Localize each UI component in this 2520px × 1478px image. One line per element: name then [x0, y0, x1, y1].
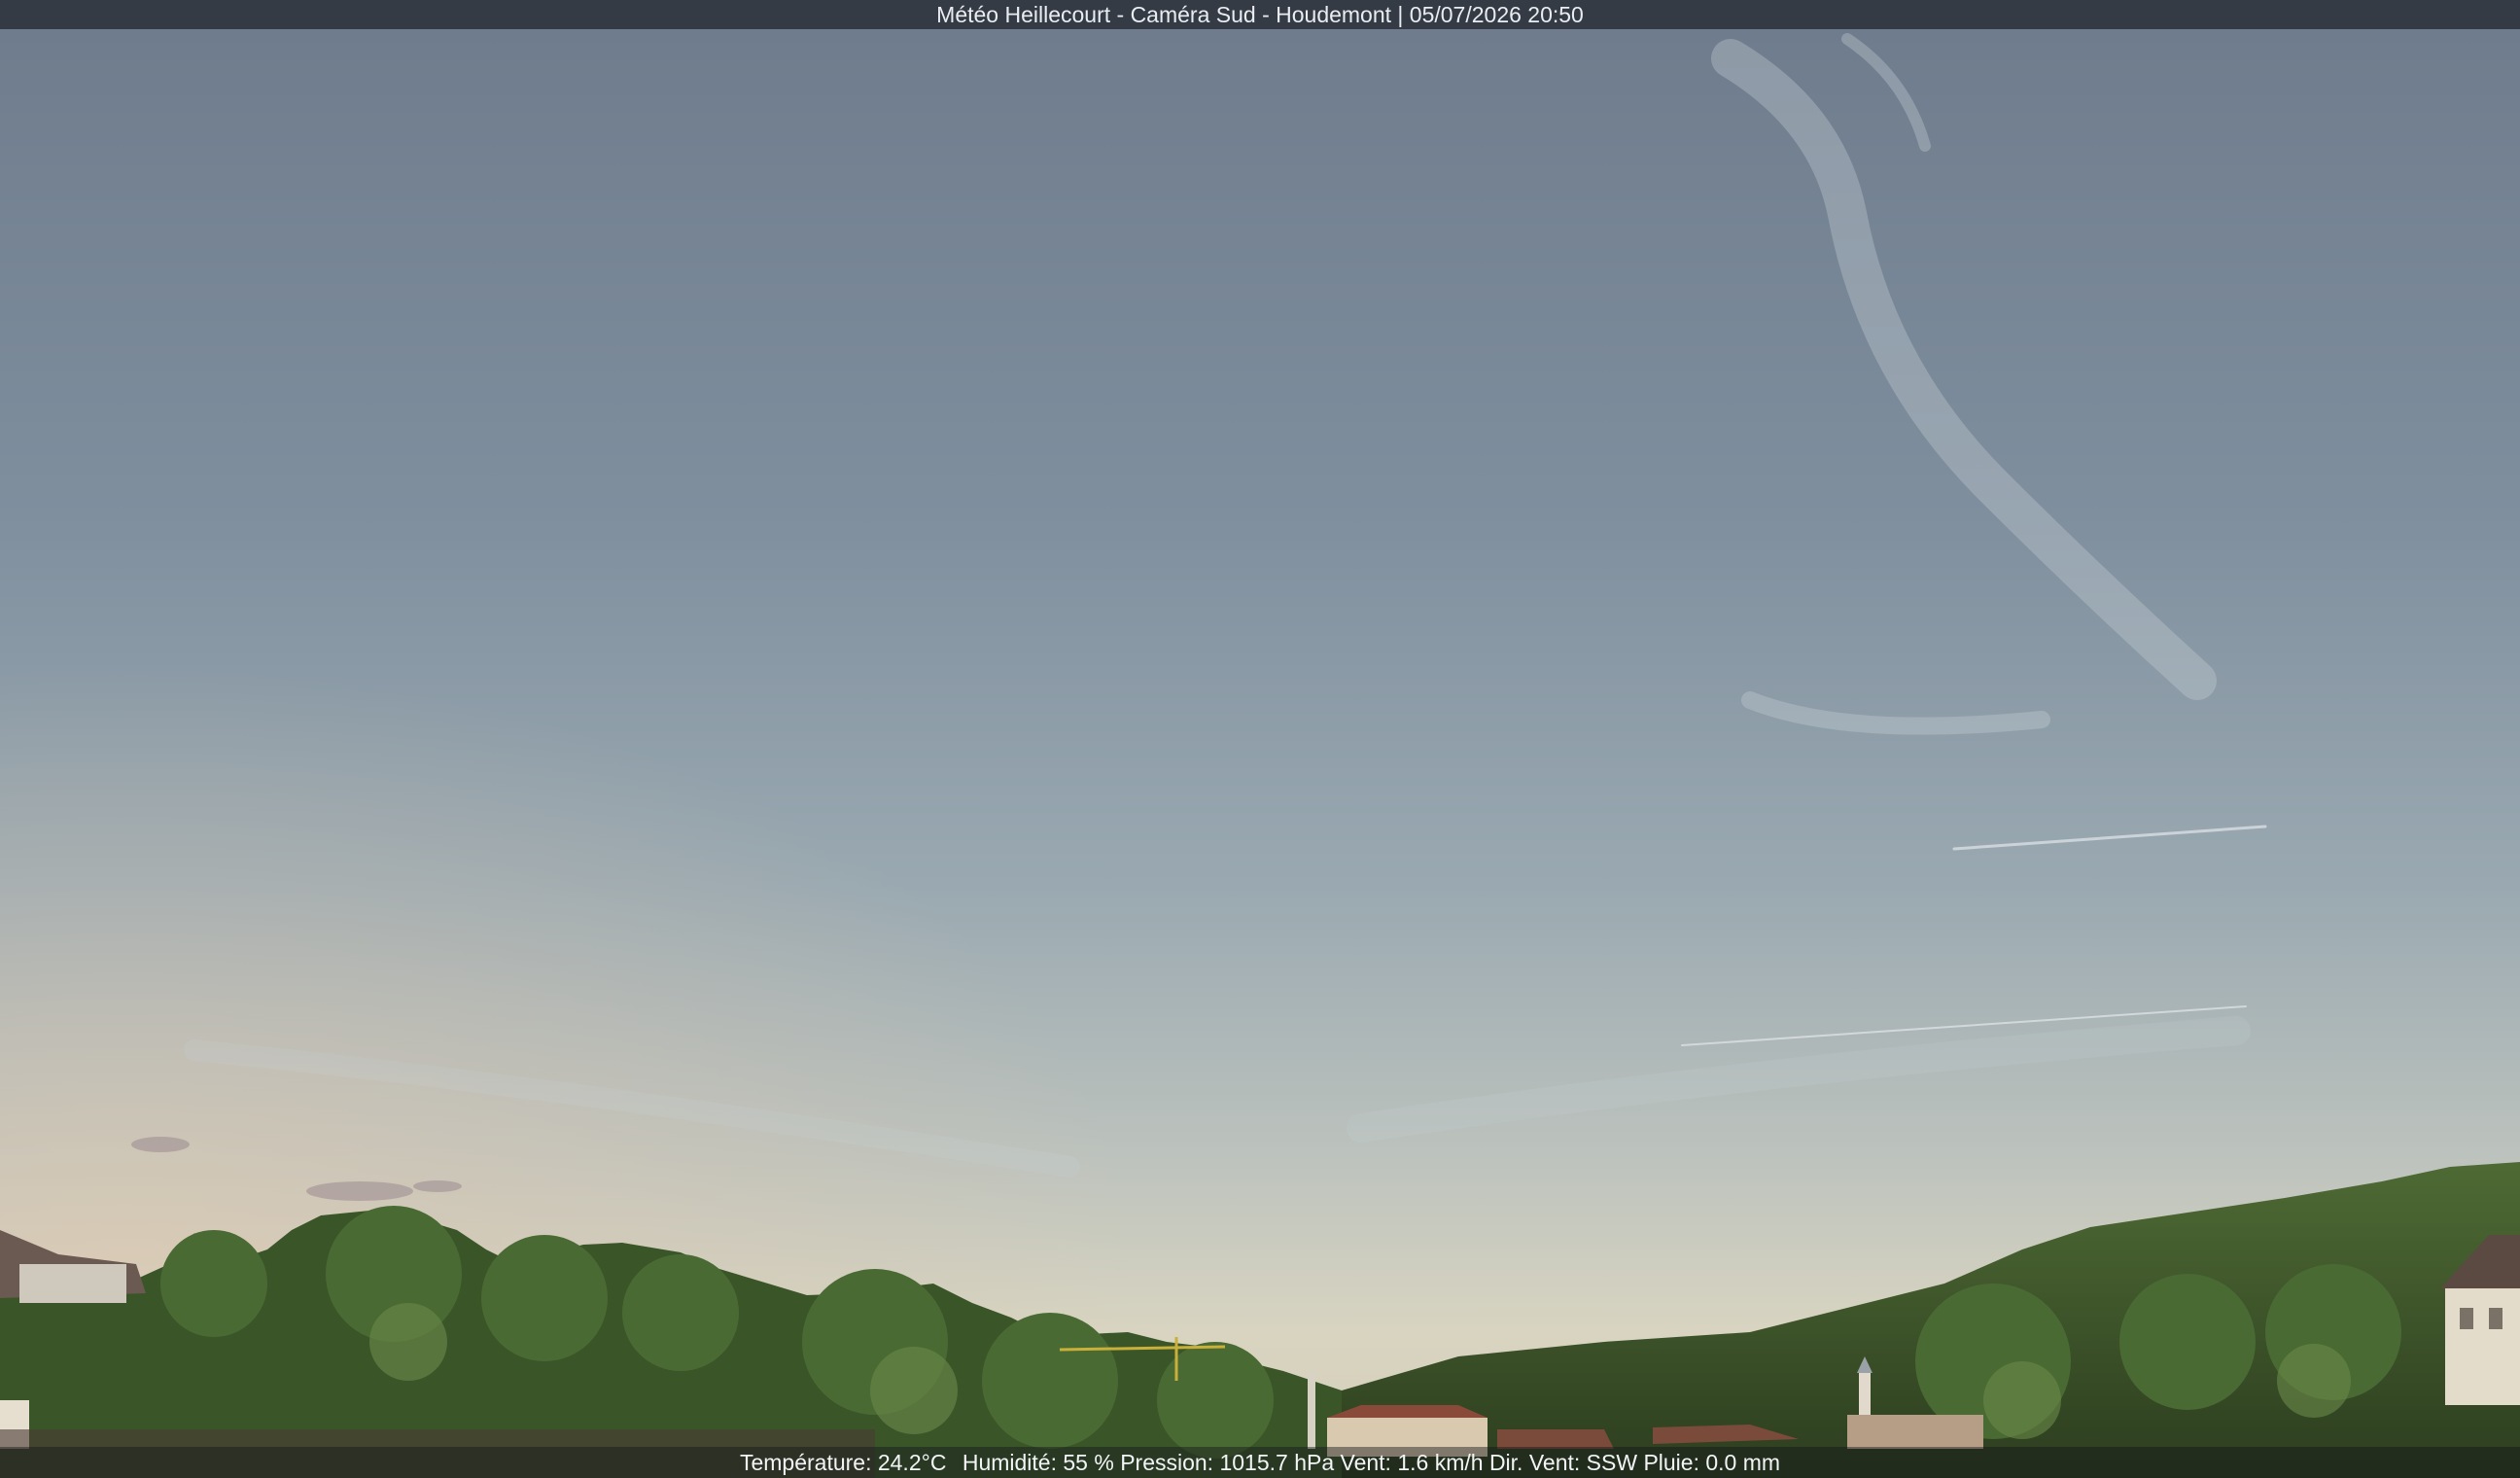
pressure-value: Pression: 1015.7 hPa: [1120, 1450, 1335, 1475]
wind-direction-value: Dir. Vent: SSW: [1488, 1450, 1638, 1475]
humidity-value: Humidité: 55 %: [962, 1450, 1114, 1475]
rain-value: Pluie: 0.0 mm: [1643, 1450, 1781, 1475]
weather-readout: Température: 24.2°C Humidité: 55 % Press…: [0, 1447, 2520, 1478]
wind-speed-value: Vent: 1.6 km/h: [1340, 1450, 1484, 1475]
webcam-image: [0, 0, 2520, 1478]
temperature-value: Température: 24.2°C: [739, 1450, 947, 1475]
camera-caption: Météo Heillecourt - Caméra Sud - Houdemo…: [0, 0, 2520, 29]
